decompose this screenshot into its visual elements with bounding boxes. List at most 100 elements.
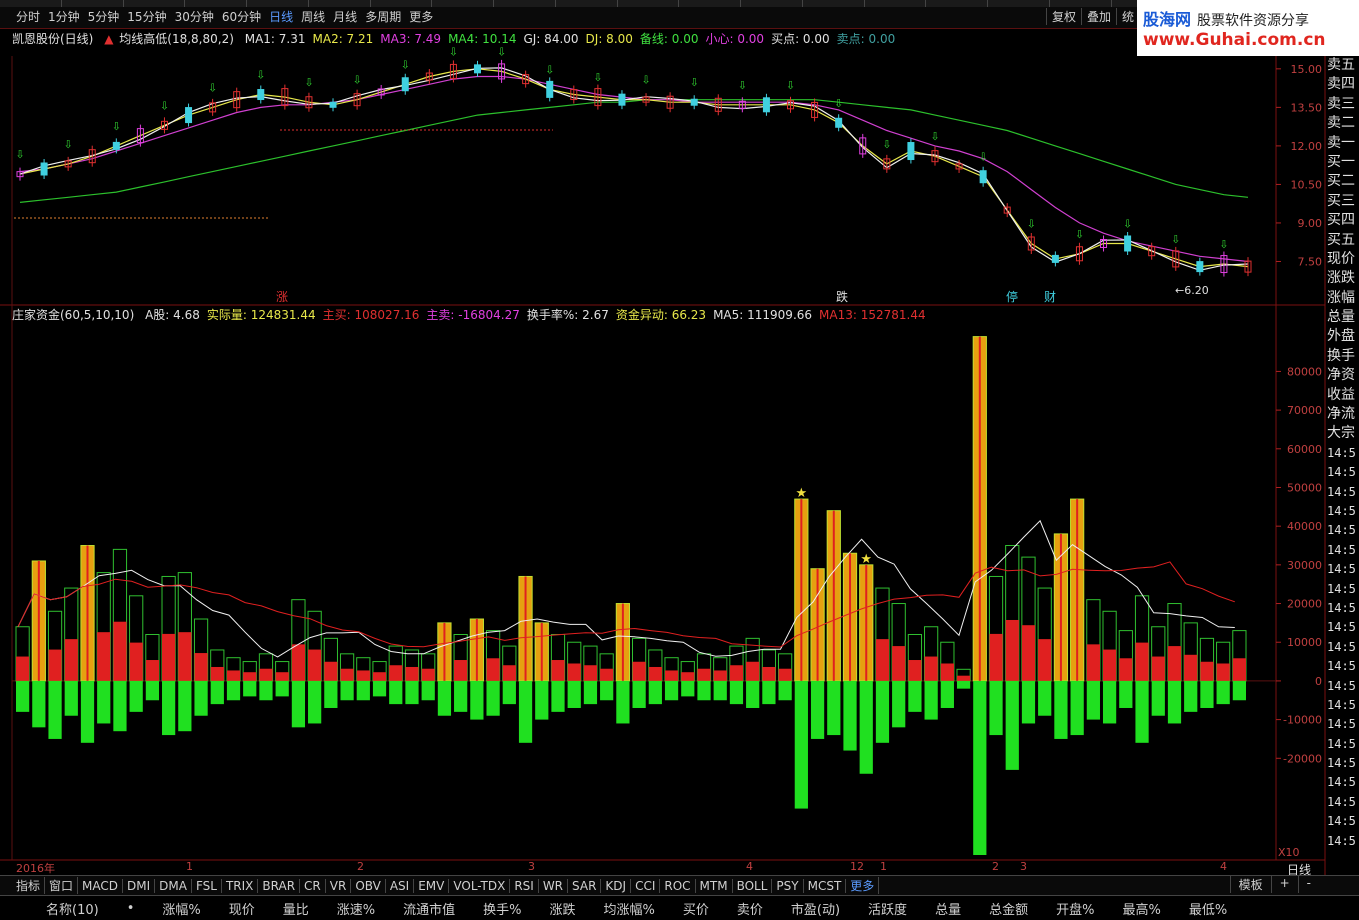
- indicator-tab-7[interactable]: BRAR: [258, 878, 301, 893]
- zoom-label[interactable]: X10: [1278, 846, 1300, 859]
- period-10[interactable]: 更多: [405, 8, 437, 25]
- period-4[interactable]: 30分钟: [171, 8, 218, 25]
- candle-body: [690, 98, 698, 106]
- quote-table-header: 名称(10) • 涨幅% 现价 量比 涨速% 流通市值 换手% 涨跌 均涨幅% 买价 卖价 市盈(动) 活…: [0, 895, 1359, 920]
- stock-title[interactable]: 凯恩股份(日线): [12, 32, 93, 46]
- column-header-16[interactable]: 开盘%: [1042, 899, 1108, 918]
- volume-tick-label: 60000: [1287, 443, 1322, 456]
- indicator-tab-2[interactable]: MACD: [78, 878, 124, 893]
- column-header-2[interactable]: 涨幅%: [148, 899, 214, 918]
- candle-body: [401, 77, 409, 92]
- period-1[interactable]: 1分钟: [44, 8, 84, 25]
- main-buy-bar: [762, 666, 776, 681]
- period-2[interactable]: 5分钟: [84, 8, 124, 25]
- column-header-13[interactable]: 活跃度: [854, 899, 921, 918]
- quote-row-9: 买五: [1327, 231, 1355, 248]
- indicator-tab-4[interactable]: DMA: [155, 878, 192, 893]
- template-button-2[interactable]: -: [1297, 876, 1319, 893]
- period-7[interactable]: 周线: [297, 8, 329, 25]
- template-button-0[interactable]: 模板: [1229, 876, 1271, 893]
- column-header-15[interactable]: 总金额: [975, 899, 1042, 918]
- indicator-tab-0[interactable]: 指标: [12, 877, 46, 894]
- column-header-17[interactable]: 最高%: [1108, 899, 1174, 918]
- indicator-tab-8[interactable]: CR: [300, 878, 326, 893]
- column-header-1[interactable]: •: [113, 901, 149, 916]
- main-buy-bar: [1005, 619, 1019, 681]
- column-header-3[interactable]: 现价: [215, 899, 269, 918]
- indicator-tab-9[interactable]: VR: [326, 878, 352, 893]
- column-header-7[interactable]: 换手%: [469, 899, 535, 918]
- chart-option-0[interactable]: 复权: [1045, 8, 1081, 25]
- month-label: 2: [992, 860, 999, 873]
- main-sell-bar: [713, 680, 727, 701]
- period-3[interactable]: 15分钟: [123, 8, 170, 25]
- price-tick-label: 9.00: [1298, 217, 1323, 230]
- volume-tick-label: -20000: [1283, 752, 1322, 765]
- indicator-tab-20[interactable]: MTM: [696, 878, 733, 893]
- main-sell-bar: [502, 680, 516, 705]
- column-header-14[interactable]: 总量: [921, 899, 975, 918]
- indicator-tab-5[interactable]: FSL: [192, 878, 222, 893]
- candle-body: [112, 141, 120, 150]
- star-icon: ★: [860, 552, 872, 567]
- period-0[interactable]: 分时: [12, 8, 44, 25]
- chart-option-2[interactable]: 统: [1115, 8, 1139, 25]
- main-sell-bar: [145, 680, 160, 701]
- column-header-6[interactable]: 流通市值: [389, 899, 469, 918]
- time-row: 14:5: [1327, 523, 1356, 538]
- indicator-tab-17[interactable]: KDJ: [601, 878, 632, 893]
- indicator-tab-18[interactable]: CCI: [631, 878, 661, 893]
- logo-brand: 股海网: [1143, 10, 1192, 29]
- indicator-tab-13[interactable]: VOL-TDX: [449, 878, 511, 893]
- chart-option-1[interactable]: 叠加: [1080, 8, 1116, 25]
- column-header-12[interactable]: 市盈(动): [777, 899, 854, 918]
- period-6[interactable]: 日线: [265, 8, 297, 25]
- indicator-tab-15[interactable]: WR: [539, 878, 569, 893]
- buy-arrow-icon: ⇩: [545, 63, 554, 76]
- indicator-tab-1[interactable]: 窗口: [45, 877, 79, 894]
- main-buy-core: [849, 553, 852, 681]
- main-buy-bar: [97, 632, 111, 681]
- column-header-4[interactable]: 量比: [269, 899, 323, 918]
- main-buy-core: [540, 622, 543, 681]
- indicator-tab-14[interactable]: RSI: [510, 878, 539, 893]
- main-buy-bar: [194, 653, 208, 681]
- column-header-0[interactable]: 名称(10): [0, 899, 113, 918]
- template-button-1[interactable]: +: [1270, 876, 1298, 893]
- indicator-tab-24[interactable]: 更多: [846, 877, 880, 894]
- column-header-11[interactable]: 卖价: [723, 899, 777, 918]
- indicator-tab-6[interactable]: TRIX: [222, 878, 259, 893]
- indicator-tab-10[interactable]: OBV: [351, 878, 386, 893]
- low-price-marker: ←6.20: [1175, 284, 1209, 297]
- indicator-tab-16[interactable]: SAR: [568, 878, 602, 893]
- indicator-name[interactable]: 均线高低(18,8,80,2): [119, 32, 234, 46]
- date-axis: 2016年 1 2 3 4 12 1 2 3 4: [12, 860, 1277, 875]
- indicator-tab-11[interactable]: ASI: [386, 878, 415, 893]
- indicator-tab-22[interactable]: PSY: [772, 878, 804, 893]
- column-header-10[interactable]: 买价: [669, 899, 723, 918]
- indicator-tab-3[interactable]: DMI: [123, 878, 156, 893]
- signal-label: 涨: [276, 289, 288, 304]
- column-header-8[interactable]: 涨跌: [535, 899, 589, 918]
- main-buy-bar: [486, 658, 500, 681]
- indicator-tab-12[interactable]: EMV: [414, 878, 450, 893]
- period-5[interactable]: 60分钟: [218, 8, 265, 25]
- main-buy-bar: [129, 642, 143, 681]
- main-sell-bar: [454, 680, 468, 712]
- candle-body: [1124, 235, 1132, 252]
- main-buy-bar: [1184, 654, 1198, 681]
- period-8[interactable]: 月线: [329, 8, 361, 25]
- main-buy-bar: [567, 663, 581, 681]
- indicator-tab-23[interactable]: MCST: [804, 878, 847, 893]
- time-row: 14:5: [1327, 659, 1356, 674]
- sub-indicator-name[interactable]: 庄家资金(60,5,10,10): [12, 308, 134, 322]
- buy-arrow-icon: ⇩: [449, 45, 458, 58]
- column-header-9[interactable]: 均涨幅%: [590, 899, 669, 918]
- period-9[interactable]: 多周期: [361, 8, 405, 25]
- indicator-tab-19[interactable]: ROC: [660, 878, 696, 893]
- kline-chart[interactable]: 15.00 13.50 12.00 10.50 9.00 7.50 ⇩ ⇩ ⇩ ⇩ ⇩ ⇩ ⇩ ⇩ ⇩ ⇩ ⇩ ⇩…: [0, 0, 1359, 919]
- column-header-5[interactable]: 涨速%: [323, 899, 389, 918]
- column-header-18[interactable]: 最低%: [1175, 899, 1241, 918]
- main-sell-bar: [470, 680, 484, 720]
- indicator-tab-21[interactable]: BOLL: [733, 878, 773, 893]
